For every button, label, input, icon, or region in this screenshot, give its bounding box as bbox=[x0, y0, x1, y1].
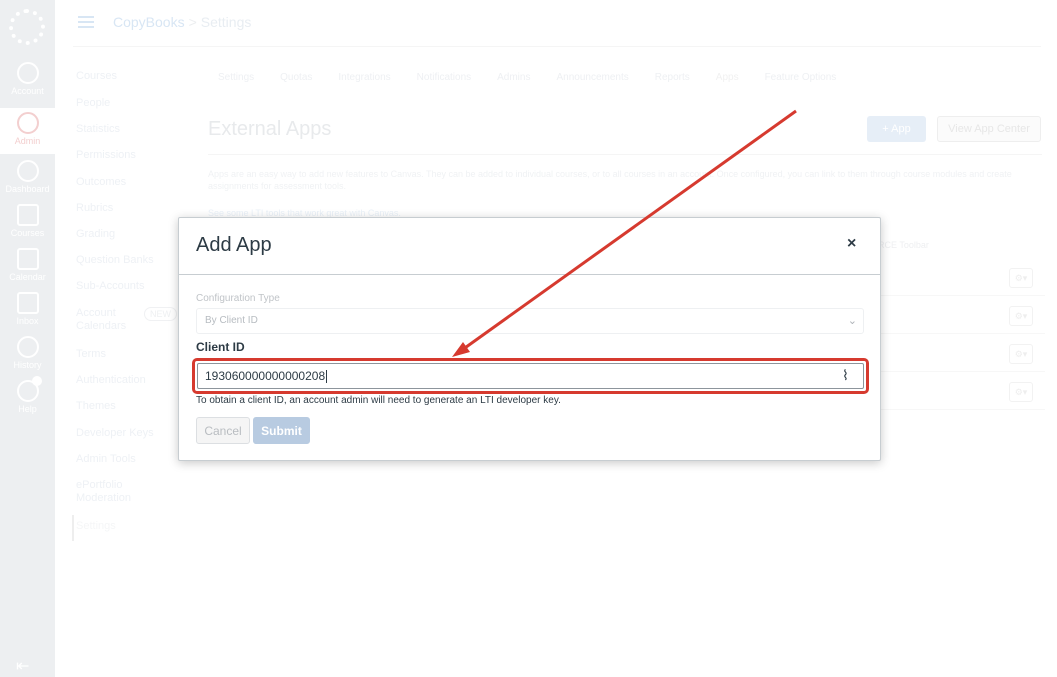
arrow-shaft bbox=[461, 109, 797, 352]
annotation-arrow bbox=[452, 109, 797, 357]
arrow-head bbox=[452, 342, 470, 357]
